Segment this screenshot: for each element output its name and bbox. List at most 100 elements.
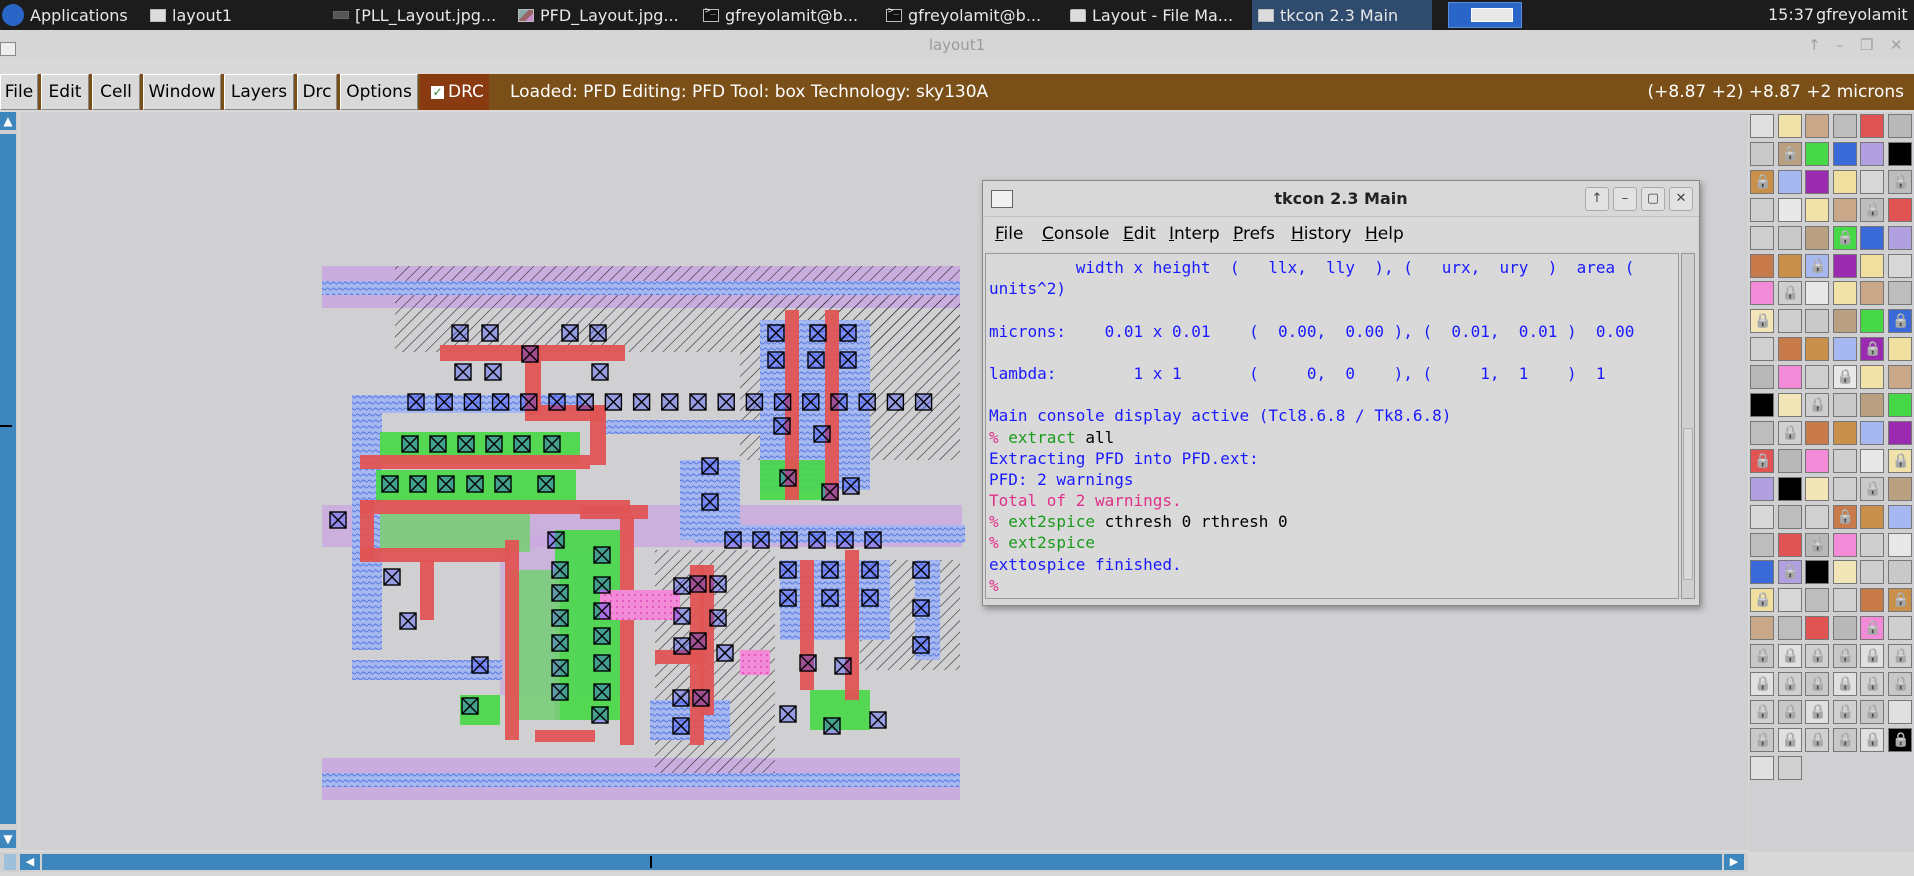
scroll-left-icon[interactable]: ◀ <box>20 854 40 870</box>
layer-swatch-locked[interactable] <box>1805 672 1830 696</box>
maximize-icon[interactable]: ▢ <box>1641 187 1665 211</box>
layer-swatch-locked[interactable] <box>1750 672 1774 696</box>
layer-swatch[interactable] <box>1805 197 1830 222</box>
tk-menu-prefs[interactable]: Prefs <box>1233 217 1275 251</box>
layer-swatch[interactable] <box>1832 309 1857 334</box>
layer-swatch[interactable] <box>1860 281 1885 306</box>
layer-swatch[interactable] <box>1805 588 1830 613</box>
minimize-icon[interactable]: – <box>1613 187 1637 211</box>
layer-swatch[interactable] <box>1832 253 1857 278</box>
menu-drc[interactable]: Drc <box>297 74 337 110</box>
menu-options[interactable]: Options <box>340 74 418 110</box>
clock[interactable]: 15:37 <box>1768 0 1814 30</box>
layer-swatch-locked[interactable] <box>1860 699 1885 724</box>
layer-swatch[interactable] <box>1777 337 1802 362</box>
scroll-down-icon[interactable]: ▼ <box>0 830 16 848</box>
layer-swatch[interactable] <box>1832 197 1857 222</box>
layer-swatch[interactable] <box>1777 309 1802 334</box>
layer-swatch-locked[interactable] <box>1777 281 1802 306</box>
layer-swatch-locked[interactable] <box>1750 169 1774 194</box>
layer-swatch[interactable] <box>1888 504 1912 529</box>
layer-swatch[interactable] <box>1832 560 1857 585</box>
layer-swatch-locked[interactable] <box>1860 337 1885 362</box>
layer-swatch[interactable] <box>1750 532 1774 557</box>
layer-swatch[interactable] <box>1777 253 1802 278</box>
layer-swatch[interactable] <box>1832 393 1857 417</box>
layer-swatch[interactable] <box>1860 588 1885 613</box>
maximize-icon[interactable]: ❐ <box>1860 30 1873 60</box>
xfce-logo-icon[interactable] <box>0 0 26 30</box>
layer-swatch-locked[interactable] <box>1888 727 1912 752</box>
task-file-manager[interactable]: Layout - File Ma... <box>1070 0 1250 30</box>
layer-swatch[interactable] <box>1805 476 1830 501</box>
layer-swatch[interactable] <box>1750 560 1774 585</box>
layer-swatch-locked[interactable] <box>1832 504 1857 529</box>
layer-swatch-locked[interactable] <box>1832 699 1857 724</box>
layer-swatch-locked[interactable] <box>1805 532 1830 557</box>
layer-swatch[interactable] <box>1805 337 1830 362</box>
layer-swatch[interactable] <box>1860 225 1885 250</box>
layer-swatch-locked[interactable] <box>1805 253 1830 278</box>
layer-swatch-locked[interactable] <box>1777 644 1802 669</box>
layer-swatch[interactable] <box>1832 420 1857 445</box>
layer-swatch-locked[interactable] <box>1888 309 1912 334</box>
layer-swatch-locked[interactable] <box>1750 448 1774 473</box>
layer-swatch[interactable] <box>1805 365 1830 390</box>
layer-swatch[interactable] <box>1750 504 1774 529</box>
menu-cell[interactable]: Cell <box>92 74 140 110</box>
layer-swatch[interactable] <box>1777 393 1802 417</box>
tk-menu-console[interactable]: Console <box>1042 217 1110 251</box>
layer-swatch[interactable] <box>1805 504 1830 529</box>
layer-swatch-locked[interactable] <box>1805 393 1830 417</box>
layer-swatch-locked[interactable] <box>1750 309 1774 334</box>
applications-menu[interactable]: Applications <box>30 0 140 30</box>
layer-swatch[interactable] <box>1777 225 1802 250</box>
layer-swatch[interactable] <box>1888 337 1912 362</box>
layer-swatch[interactable] <box>1750 393 1774 417</box>
layer-swatch[interactable] <box>1888 225 1912 250</box>
layer-swatch-locked[interactable] <box>1860 727 1885 752</box>
layer-swatch-locked[interactable] <box>1888 169 1912 194</box>
layer-swatch[interactable] <box>1888 560 1912 585</box>
layer-swatch-locked[interactable] <box>1832 727 1857 752</box>
layer-swatch[interactable] <box>1832 588 1857 613</box>
layer-swatch[interactable] <box>1860 253 1885 278</box>
task-tkcon[interactable]: tkcon 2.3 Main <box>1252 0 1432 30</box>
tk-menu-history[interactable]: History <box>1291 217 1352 251</box>
layer-swatch-locked[interactable] <box>1750 699 1774 724</box>
vertical-scrollbar[interactable]: ▲ ▼ <box>0 112 18 850</box>
task-pll-layout[interactable]: [PLL_Layout.jpg... <box>333 0 513 30</box>
drc-toggle[interactable]: ✓ DRC <box>420 74 489 110</box>
layer-swatch[interactable] <box>1860 141 1885 166</box>
layer-swatch-locked[interactable] <box>1805 699 1830 724</box>
layer-swatch[interactable] <box>1777 448 1802 473</box>
user-name[interactable]: gfreyolamit <box>1816 0 1908 30</box>
layer-swatch[interactable] <box>1805 448 1830 473</box>
menu-window[interactable]: Window <box>143 74 221 110</box>
layer-swatch-locked[interactable] <box>1860 197 1885 222</box>
layer-swatch[interactable] <box>1750 114 1774 138</box>
layer-swatch[interactable] <box>1888 253 1912 278</box>
layer-swatch-locked[interactable] <box>1832 225 1857 250</box>
layer-swatch-locked[interactable] <box>1888 448 1912 473</box>
layer-swatch[interactable] <box>1805 616 1830 641</box>
layer-swatch[interactable] <box>1832 532 1857 557</box>
layer-swatch[interactable] <box>1777 114 1802 138</box>
task-layout1[interactable]: layout1 <box>150 0 320 30</box>
layer-swatch[interactable] <box>1888 197 1912 222</box>
layer-swatch-locked[interactable] <box>1860 476 1885 501</box>
layer-swatch[interactable] <box>1750 253 1774 278</box>
layer-swatch[interactable] <box>1777 588 1802 613</box>
layer-swatch[interactable] <box>1805 420 1830 445</box>
layer-swatch[interactable] <box>1832 616 1857 641</box>
layer-swatch[interactable] <box>1777 532 1802 557</box>
layer-swatch-locked[interactable] <box>1750 727 1774 752</box>
layer-swatch[interactable] <box>1860 504 1885 529</box>
layer-swatch[interactable] <box>1860 532 1885 557</box>
layer-swatch[interactable] <box>1750 420 1774 445</box>
layer-swatch-locked[interactable] <box>1777 672 1802 696</box>
tkcon-scroll-thumb[interactable] <box>1683 428 1693 580</box>
horizontal-scrollbar[interactable]: ◀ ▶ <box>0 852 1748 872</box>
layer-swatch[interactable] <box>1832 114 1857 138</box>
layer-swatch[interactable] <box>1750 365 1774 390</box>
